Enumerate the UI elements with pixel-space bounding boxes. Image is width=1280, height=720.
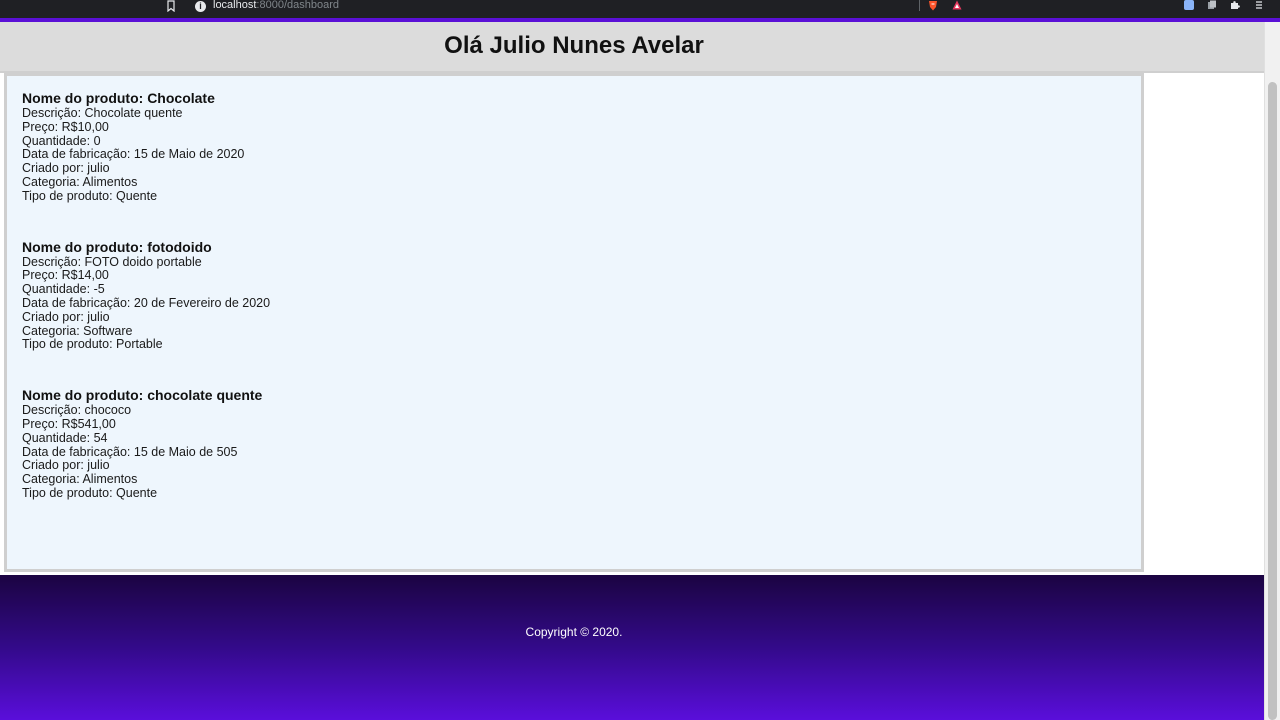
copyright-text: Copyright © 2020. xyxy=(525,625,623,639)
page-header: Olá Julio Nunes Avelar xyxy=(0,22,1264,73)
page-title: Olá Julio Nunes Avelar xyxy=(444,32,704,59)
product-description: Descrição: Chocolate quente xyxy=(22,106,183,120)
product-category: Categoria: Alimentos xyxy=(22,472,138,487)
product-card: Nome do produto: chocolate quente Descri… xyxy=(22,387,1141,501)
side-panel xyxy=(1144,73,1264,572)
docs-icon[interactable] xyxy=(1207,0,1217,10)
product-created-by: Criado por: julio xyxy=(22,458,110,473)
product-created-by: Criado por: julio xyxy=(22,309,110,324)
bookmark-icon[interactable] xyxy=(166,0,176,12)
product-price: Preço: R$10,00 xyxy=(22,119,109,134)
product-quantity: Quantidade: 0 xyxy=(22,133,101,148)
page-footer: Copyright © 2020. xyxy=(0,575,1264,720)
scrollbar-thumb[interactable] xyxy=(1268,82,1277,720)
browser-toolbar: i localhost:8000/dashboard xyxy=(0,0,1280,18)
product-price: Preço: R$14,00 xyxy=(22,268,109,283)
product-name: Nome do produto: Chocolate xyxy=(22,90,215,106)
product-date: Data de fabricação: 15 de Maio de 505 xyxy=(22,444,238,459)
translate-icon[interactable] xyxy=(1184,0,1194,10)
product-price: Preço: R$541,00 xyxy=(22,416,116,431)
product-type: Tipo de produto: Portable xyxy=(22,337,163,352)
brave-icon[interactable] xyxy=(928,0,938,11)
product-type: Tipo de produto: Quente xyxy=(22,485,158,500)
product-created-by: Criado por: julio xyxy=(22,161,110,176)
product-date: Data de fabricação: 20 de Fevereiro de 2… xyxy=(22,295,271,310)
page: Olá Julio Nunes Avelar Nome do produto: … xyxy=(0,22,1264,720)
product-category: Categoria: Alimentos xyxy=(22,174,138,189)
product-description: Descrição: FOTO doido portable xyxy=(22,254,202,269)
toolbar-divider xyxy=(919,0,920,11)
url-path: :8000/dashboard xyxy=(256,0,339,11)
product-type: Tipo de produto: Quente xyxy=(22,188,158,203)
product-name: Nome do produto: fotodoido xyxy=(22,238,212,255)
info-icon[interactable]: i xyxy=(195,1,206,12)
puzzle-icon[interactable] xyxy=(1230,0,1240,10)
product-category: Categoria: Software xyxy=(22,323,133,338)
product-date: Data de fabricação: 15 de Maio de 2020 xyxy=(22,147,245,162)
product-list: Nome do produto: Chocolate Descrição: Ch… xyxy=(4,73,1144,572)
url-host: localhost xyxy=(213,0,257,11)
product-quantity: Quantidade: -5 xyxy=(22,282,105,297)
product-quantity: Quantidade: 54 xyxy=(22,430,108,445)
menu-icon[interactable] xyxy=(1255,0,1263,10)
address-bar[interactable]: localhost:8000/dashboard xyxy=(213,0,339,11)
product-name: Nome do produto: chocolate quente xyxy=(22,387,263,404)
product-card: Nome do produto: Chocolate Descrição: Ch… xyxy=(22,90,1141,204)
rewards-icon[interactable] xyxy=(952,0,962,10)
product-description: Descrição: chococo xyxy=(22,403,132,418)
vertical-scrollbar[interactable] xyxy=(1264,22,1280,720)
product-card: Nome do produto: fotodoido Descrição: FO… xyxy=(22,239,1141,353)
